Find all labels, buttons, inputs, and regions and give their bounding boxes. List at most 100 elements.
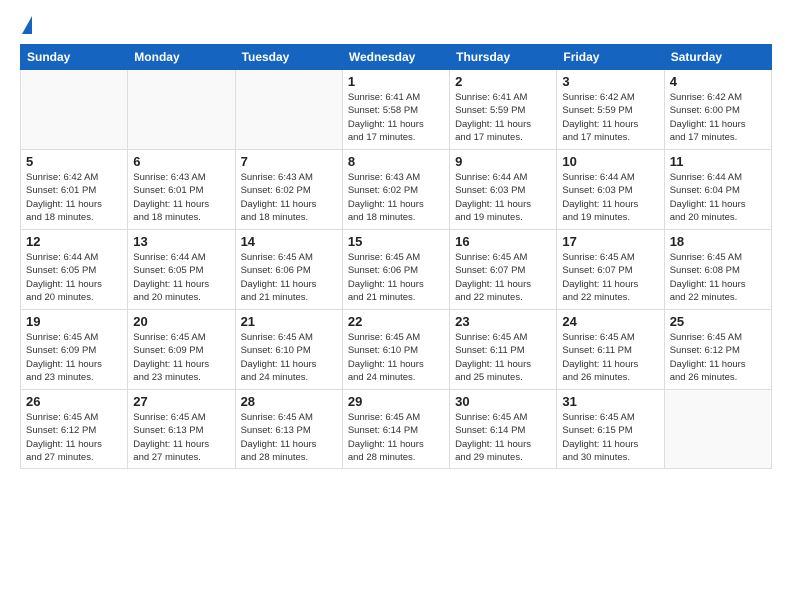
table-row [664, 390, 771, 469]
day-info: Sunrise: 6:43 AM Sunset: 6:02 PM Dayligh… [348, 171, 444, 224]
col-friday: Friday [557, 45, 664, 70]
logo [20, 16, 32, 36]
day-info: Sunrise: 6:41 AM Sunset: 5:59 PM Dayligh… [455, 91, 551, 144]
day-number: 23 [455, 314, 551, 329]
col-thursday: Thursday [450, 45, 557, 70]
table-row [21, 70, 128, 150]
calendar-week-row: 1 Sunrise: 6:41 AM Sunset: 5:58 PM Daylig… [21, 70, 772, 150]
table-row: 12 Sunrise: 6:44 AM Sunset: 6:05 PM Dayli… [21, 230, 128, 310]
table-row: 15 Sunrise: 6:45 AM Sunset: 6:06 PM Dayli… [342, 230, 449, 310]
day-info: Sunrise: 6:45 AM Sunset: 6:09 PM Dayligh… [26, 331, 122, 384]
table-row: 30Sunrise: 6:45 AM Sunset: 6:14 PM Dayli… [450, 390, 557, 469]
day-number: 4 [670, 74, 766, 89]
day-info: Sunrise: 6:45 AM Sunset: 6:10 PM Dayligh… [241, 331, 337, 384]
table-row: 27Sunrise: 6:45 AM Sunset: 6:13 PM Dayli… [128, 390, 235, 469]
day-info: Sunrise: 6:45 AM Sunset: 6:07 PM Dayligh… [455, 251, 551, 304]
day-number: 29 [348, 394, 444, 409]
table-row: 1 Sunrise: 6:41 AM Sunset: 5:58 PM Daylig… [342, 70, 449, 150]
day-number: 12 [26, 234, 122, 249]
day-info: Sunrise: 6:44 AM Sunset: 6:04 PM Dayligh… [670, 171, 766, 224]
day-number: 5 [26, 154, 122, 169]
day-number: 3 [562, 74, 658, 89]
day-info: Sunrise: 6:45 AM Sunset: 6:11 PM Dayligh… [562, 331, 658, 384]
day-number: 6 [133, 154, 229, 169]
day-number: 2 [455, 74, 551, 89]
day-number: 18 [670, 234, 766, 249]
col-monday: Monday [128, 45, 235, 70]
day-info: Sunrise: 6:45 AM Sunset: 6:06 PM Dayligh… [348, 251, 444, 304]
table-row: 29 Sunrise: 6:45 AM Sunset: 6:14 PM Dayli… [342, 390, 449, 469]
day-info: Sunrise: 6:43 AM Sunset: 6:01 PM Dayligh… [133, 171, 229, 224]
day-info: Sunrise: 6:42 AM Sunset: 6:00 PM Dayligh… [670, 91, 766, 144]
table-row: 21Sunrise: 6:45 AM Sunset: 6:10 PM Dayli… [235, 310, 342, 390]
day-info: Sunrise: 6:45 AM Sunset: 6:10 PM Dayligh… [348, 331, 444, 384]
day-number: 1 [348, 74, 444, 89]
table-row [128, 70, 235, 150]
table-row: 8 Sunrise: 6:43 AM Sunset: 6:02 PM Daylig… [342, 150, 449, 230]
table-row: 28Sunrise: 6:45 AM Sunset: 6:13 PM Dayli… [235, 390, 342, 469]
table-row: 13 Sunrise: 6:44 AM Sunset: 6:05 PM Dayli… [128, 230, 235, 310]
day-info: Sunrise: 6:45 AM Sunset: 6:06 PM Dayligh… [241, 251, 337, 304]
day-number: 11 [670, 154, 766, 169]
table-row: 31Sunrise: 6:45 AM Sunset: 6:15 PM Dayli… [557, 390, 664, 469]
day-info: Sunrise: 6:44 AM Sunset: 6:05 PM Dayligh… [26, 251, 122, 304]
day-number: 26 [26, 394, 122, 409]
day-number: 24 [562, 314, 658, 329]
day-info: Sunrise: 6:45 AM Sunset: 6:13 PM Dayligh… [133, 411, 229, 464]
table-row [235, 70, 342, 150]
day-number: 9 [455, 154, 551, 169]
table-row: 3 Sunrise: 6:42 AM Sunset: 5:59 PM Daylig… [557, 70, 664, 150]
day-info: Sunrise: 6:42 AM Sunset: 6:01 PM Dayligh… [26, 171, 122, 224]
table-row: 20 Sunrise: 6:45 AM Sunset: 6:09 PM Dayli… [128, 310, 235, 390]
day-number: 15 [348, 234, 444, 249]
day-info: Sunrise: 6:41 AM Sunset: 5:58 PM Dayligh… [348, 91, 444, 144]
day-info: Sunrise: 6:45 AM Sunset: 6:14 PM Dayligh… [455, 411, 551, 464]
table-row: 2 Sunrise: 6:41 AM Sunset: 5:59 PM Daylig… [450, 70, 557, 150]
day-number: 20 [133, 314, 229, 329]
col-tuesday: Tuesday [235, 45, 342, 70]
col-saturday: Saturday [664, 45, 771, 70]
table-row: 17 Sunrise: 6:45 AM Sunset: 6:07 PM Dayli… [557, 230, 664, 310]
table-row: 19 Sunrise: 6:45 AM Sunset: 6:09 PM Dayli… [21, 310, 128, 390]
calendar-week-row: 5 Sunrise: 6:42 AM Sunset: 6:01 PM Daylig… [21, 150, 772, 230]
table-row: 5 Sunrise: 6:42 AM Sunset: 6:01 PM Daylig… [21, 150, 128, 230]
day-info: Sunrise: 6:43 AM Sunset: 6:02 PM Dayligh… [241, 171, 337, 224]
calendar-week-row: 12 Sunrise: 6:44 AM Sunset: 6:05 PM Dayli… [21, 230, 772, 310]
day-number: 14 [241, 234, 337, 249]
table-row: 26 Sunrise: 6:45 AM Sunset: 6:12 PM Dayli… [21, 390, 128, 469]
table-row: 7 Sunrise: 6:43 AM Sunset: 6:02 PM Daylig… [235, 150, 342, 230]
day-info: Sunrise: 6:45 AM Sunset: 6:09 PM Dayligh… [133, 331, 229, 384]
calendar-header-row: Sunday Monday Tuesday Wednesday Thursday… [21, 45, 772, 70]
page: Sunday Monday Tuesday Wednesday Thursday… [0, 0, 792, 612]
table-row: 25 Sunrise: 6:45 AM Sunset: 6:12 PM Dayli… [664, 310, 771, 390]
header [20, 16, 772, 36]
table-row: 9Sunrise: 6:44 AM Sunset: 6:03 PM Daylig… [450, 150, 557, 230]
day-info: Sunrise: 6:45 AM Sunset: 6:15 PM Dayligh… [562, 411, 658, 464]
day-number: 19 [26, 314, 122, 329]
day-number: 25 [670, 314, 766, 329]
table-row: 16Sunrise: 6:45 AM Sunset: 6:07 PM Dayli… [450, 230, 557, 310]
calendar: Sunday Monday Tuesday Wednesday Thursday… [20, 44, 772, 469]
day-number: 10 [562, 154, 658, 169]
day-number: 8 [348, 154, 444, 169]
logo-triangle-icon [22, 16, 32, 34]
day-info: Sunrise: 6:45 AM Sunset: 6:12 PM Dayligh… [670, 331, 766, 384]
table-row: 14 Sunrise: 6:45 AM Sunset: 6:06 PM Dayli… [235, 230, 342, 310]
day-info: Sunrise: 6:44 AM Sunset: 6:03 PM Dayligh… [562, 171, 658, 224]
day-number: 17 [562, 234, 658, 249]
table-row: 11 Sunrise: 6:44 AM Sunset: 6:04 PM Dayli… [664, 150, 771, 230]
day-number: 22 [348, 314, 444, 329]
day-info: Sunrise: 6:42 AM Sunset: 5:59 PM Dayligh… [562, 91, 658, 144]
day-number: 13 [133, 234, 229, 249]
day-info: Sunrise: 6:44 AM Sunset: 6:05 PM Dayligh… [133, 251, 229, 304]
day-number: 7 [241, 154, 337, 169]
calendar-week-row: 19 Sunrise: 6:45 AM Sunset: 6:09 PM Dayli… [21, 310, 772, 390]
col-sunday: Sunday [21, 45, 128, 70]
day-info: Sunrise: 6:45 AM Sunset: 6:12 PM Dayligh… [26, 411, 122, 464]
day-info: Sunrise: 6:45 AM Sunset: 6:11 PM Dayligh… [455, 331, 551, 384]
table-row: 4 Sunrise: 6:42 AM Sunset: 6:00 PM Daylig… [664, 70, 771, 150]
day-info: Sunrise: 6:45 AM Sunset: 6:14 PM Dayligh… [348, 411, 444, 464]
day-info: Sunrise: 6:45 AM Sunset: 6:07 PM Dayligh… [562, 251, 658, 304]
table-row: 24 Sunrise: 6:45 AM Sunset: 6:11 PM Dayli… [557, 310, 664, 390]
table-row: 10 Sunrise: 6:44 AM Sunset: 6:03 PM Dayli… [557, 150, 664, 230]
